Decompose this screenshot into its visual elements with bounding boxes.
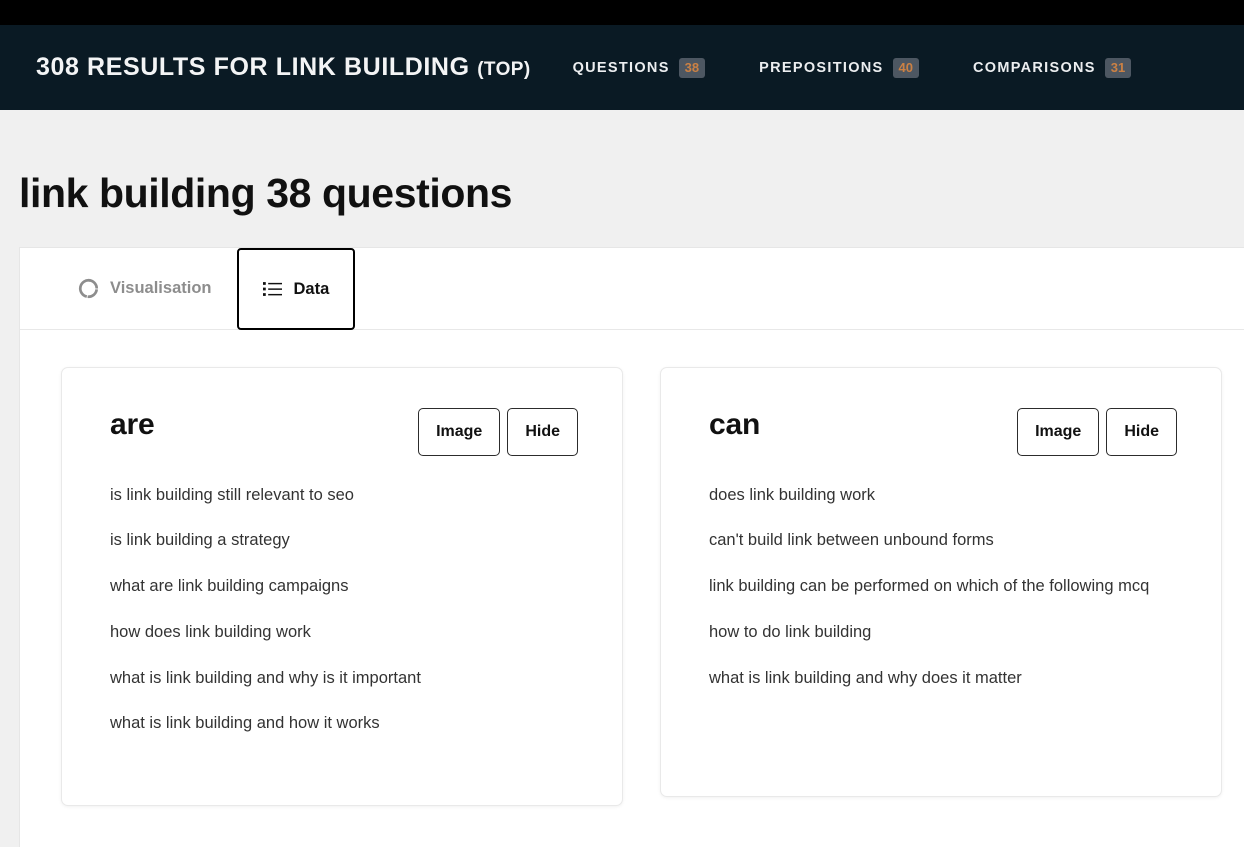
- tab-visualisation-label: Visualisation: [110, 279, 212, 297]
- nav-item-prepositions[interactable]: PREPOSITIONS 40: [759, 57, 919, 78]
- tab-strip: Visualisation Data: [20, 248, 1244, 330]
- page-body: link building 38 questions Visualisation: [0, 110, 1244, 847]
- keyword-group-card-can: can Image Hide does link building work c…: [660, 367, 1222, 797]
- list-item[interactable]: how to do link building: [709, 620, 1177, 645]
- list-item[interactable]: what are link building campaigns: [110, 574, 578, 599]
- cards-area: are Image Hide is link building still re…: [20, 330, 1244, 806]
- content-panel: Visualisation Data are Image Hide is lin…: [19, 247, 1244, 847]
- nav-item-prepositions-label: PREPOSITIONS: [759, 59, 884, 76]
- nav-item-comparisons-label: COMPARISONS: [972, 59, 1096, 76]
- list-item[interactable]: what is link building and why does it ma…: [709, 666, 1177, 691]
- nav-item-questions-badge: 38: [678, 57, 706, 78]
- nav-item-questions-label: QUESTIONS: [572, 59, 670, 76]
- image-button[interactable]: Image: [418, 408, 501, 456]
- results-summary-suffix: (TOP): [477, 59, 531, 80]
- donut-chart-icon: [78, 278, 99, 299]
- card-actions: Image Hide: [1017, 402, 1177, 456]
- tab-visualisation[interactable]: Visualisation: [52, 248, 237, 329]
- results-summary-title: 308 RESULTS FOR LINK BUILDING (TOP): [36, 53, 531, 82]
- list-item[interactable]: does link building work: [709, 483, 1177, 508]
- list-item[interactable]: how does link building work: [110, 620, 578, 645]
- card-title: can: [709, 408, 761, 441]
- hide-button[interactable]: Hide: [507, 408, 578, 456]
- top-black-strip: [0, 0, 1244, 25]
- list-item[interactable]: what is link building and why is it impo…: [110, 666, 578, 691]
- hide-button[interactable]: Hide: [1106, 408, 1177, 456]
- image-button[interactable]: Image: [1017, 408, 1100, 456]
- tab-data-label: Data: [293, 279, 330, 298]
- nav-item-questions[interactable]: QUESTIONS 38: [572, 57, 706, 78]
- nav-item-comparisons[interactable]: COMPARISONS 31: [972, 57, 1132, 78]
- list-item[interactable]: what is link building and how it works: [110, 711, 578, 736]
- suggestion-list: does link building work can't build link…: [709, 483, 1177, 691]
- list-item[interactable]: is link building a strategy: [110, 528, 578, 553]
- list-item[interactable]: can't build link between unbound forms: [709, 528, 1177, 553]
- site-header: 308 RESULTS FOR LINK BUILDING (TOP) QUES…: [0, 25, 1244, 110]
- nav-item-prepositions-badge: 40: [892, 57, 919, 78]
- list-item[interactable]: link building can be performed on which …: [709, 574, 1177, 599]
- list-icon: [263, 281, 283, 297]
- results-summary-main: 308 RESULTS FOR LINK BUILDING: [36, 53, 470, 81]
- suggestion-list: is link building still relevant to seo i…: [110, 483, 578, 737]
- card-header: are Image Hide: [110, 402, 578, 456]
- card-header: can Image Hide: [709, 402, 1177, 456]
- tab-data[interactable]: Data: [237, 248, 356, 330]
- keyword-group-card-are: are Image Hide is link building still re…: [61, 367, 623, 806]
- card-actions: Image Hide: [418, 402, 578, 456]
- nav-item-comparisons-badge: 31: [1104, 57, 1132, 78]
- page-title: link building 38 questions: [19, 170, 513, 216]
- card-title: are: [110, 408, 155, 441]
- list-item[interactable]: is link building still relevant to seo: [110, 483, 578, 508]
- header-nav: QUESTIONS 38 PREPOSITIONS 40 COMPARISONS…: [572, 57, 1220, 78]
